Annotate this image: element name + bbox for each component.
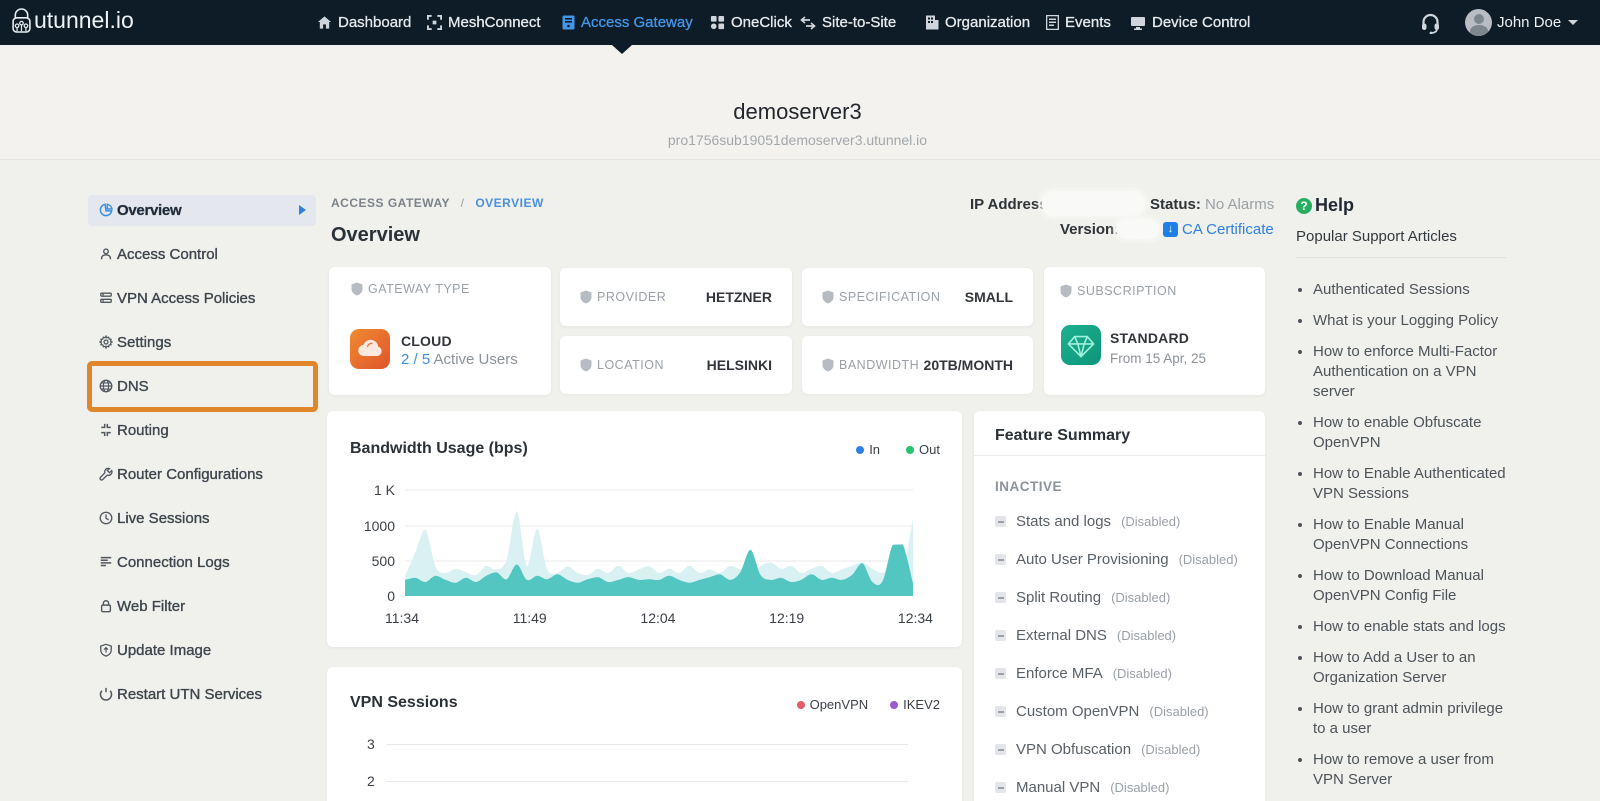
svg-text:500: 500 (372, 553, 396, 569)
svg-text:1000: 1000 (364, 518, 395, 534)
svg-text:1 K: 1 K (374, 482, 396, 498)
svg-text:0: 0 (387, 588, 395, 604)
